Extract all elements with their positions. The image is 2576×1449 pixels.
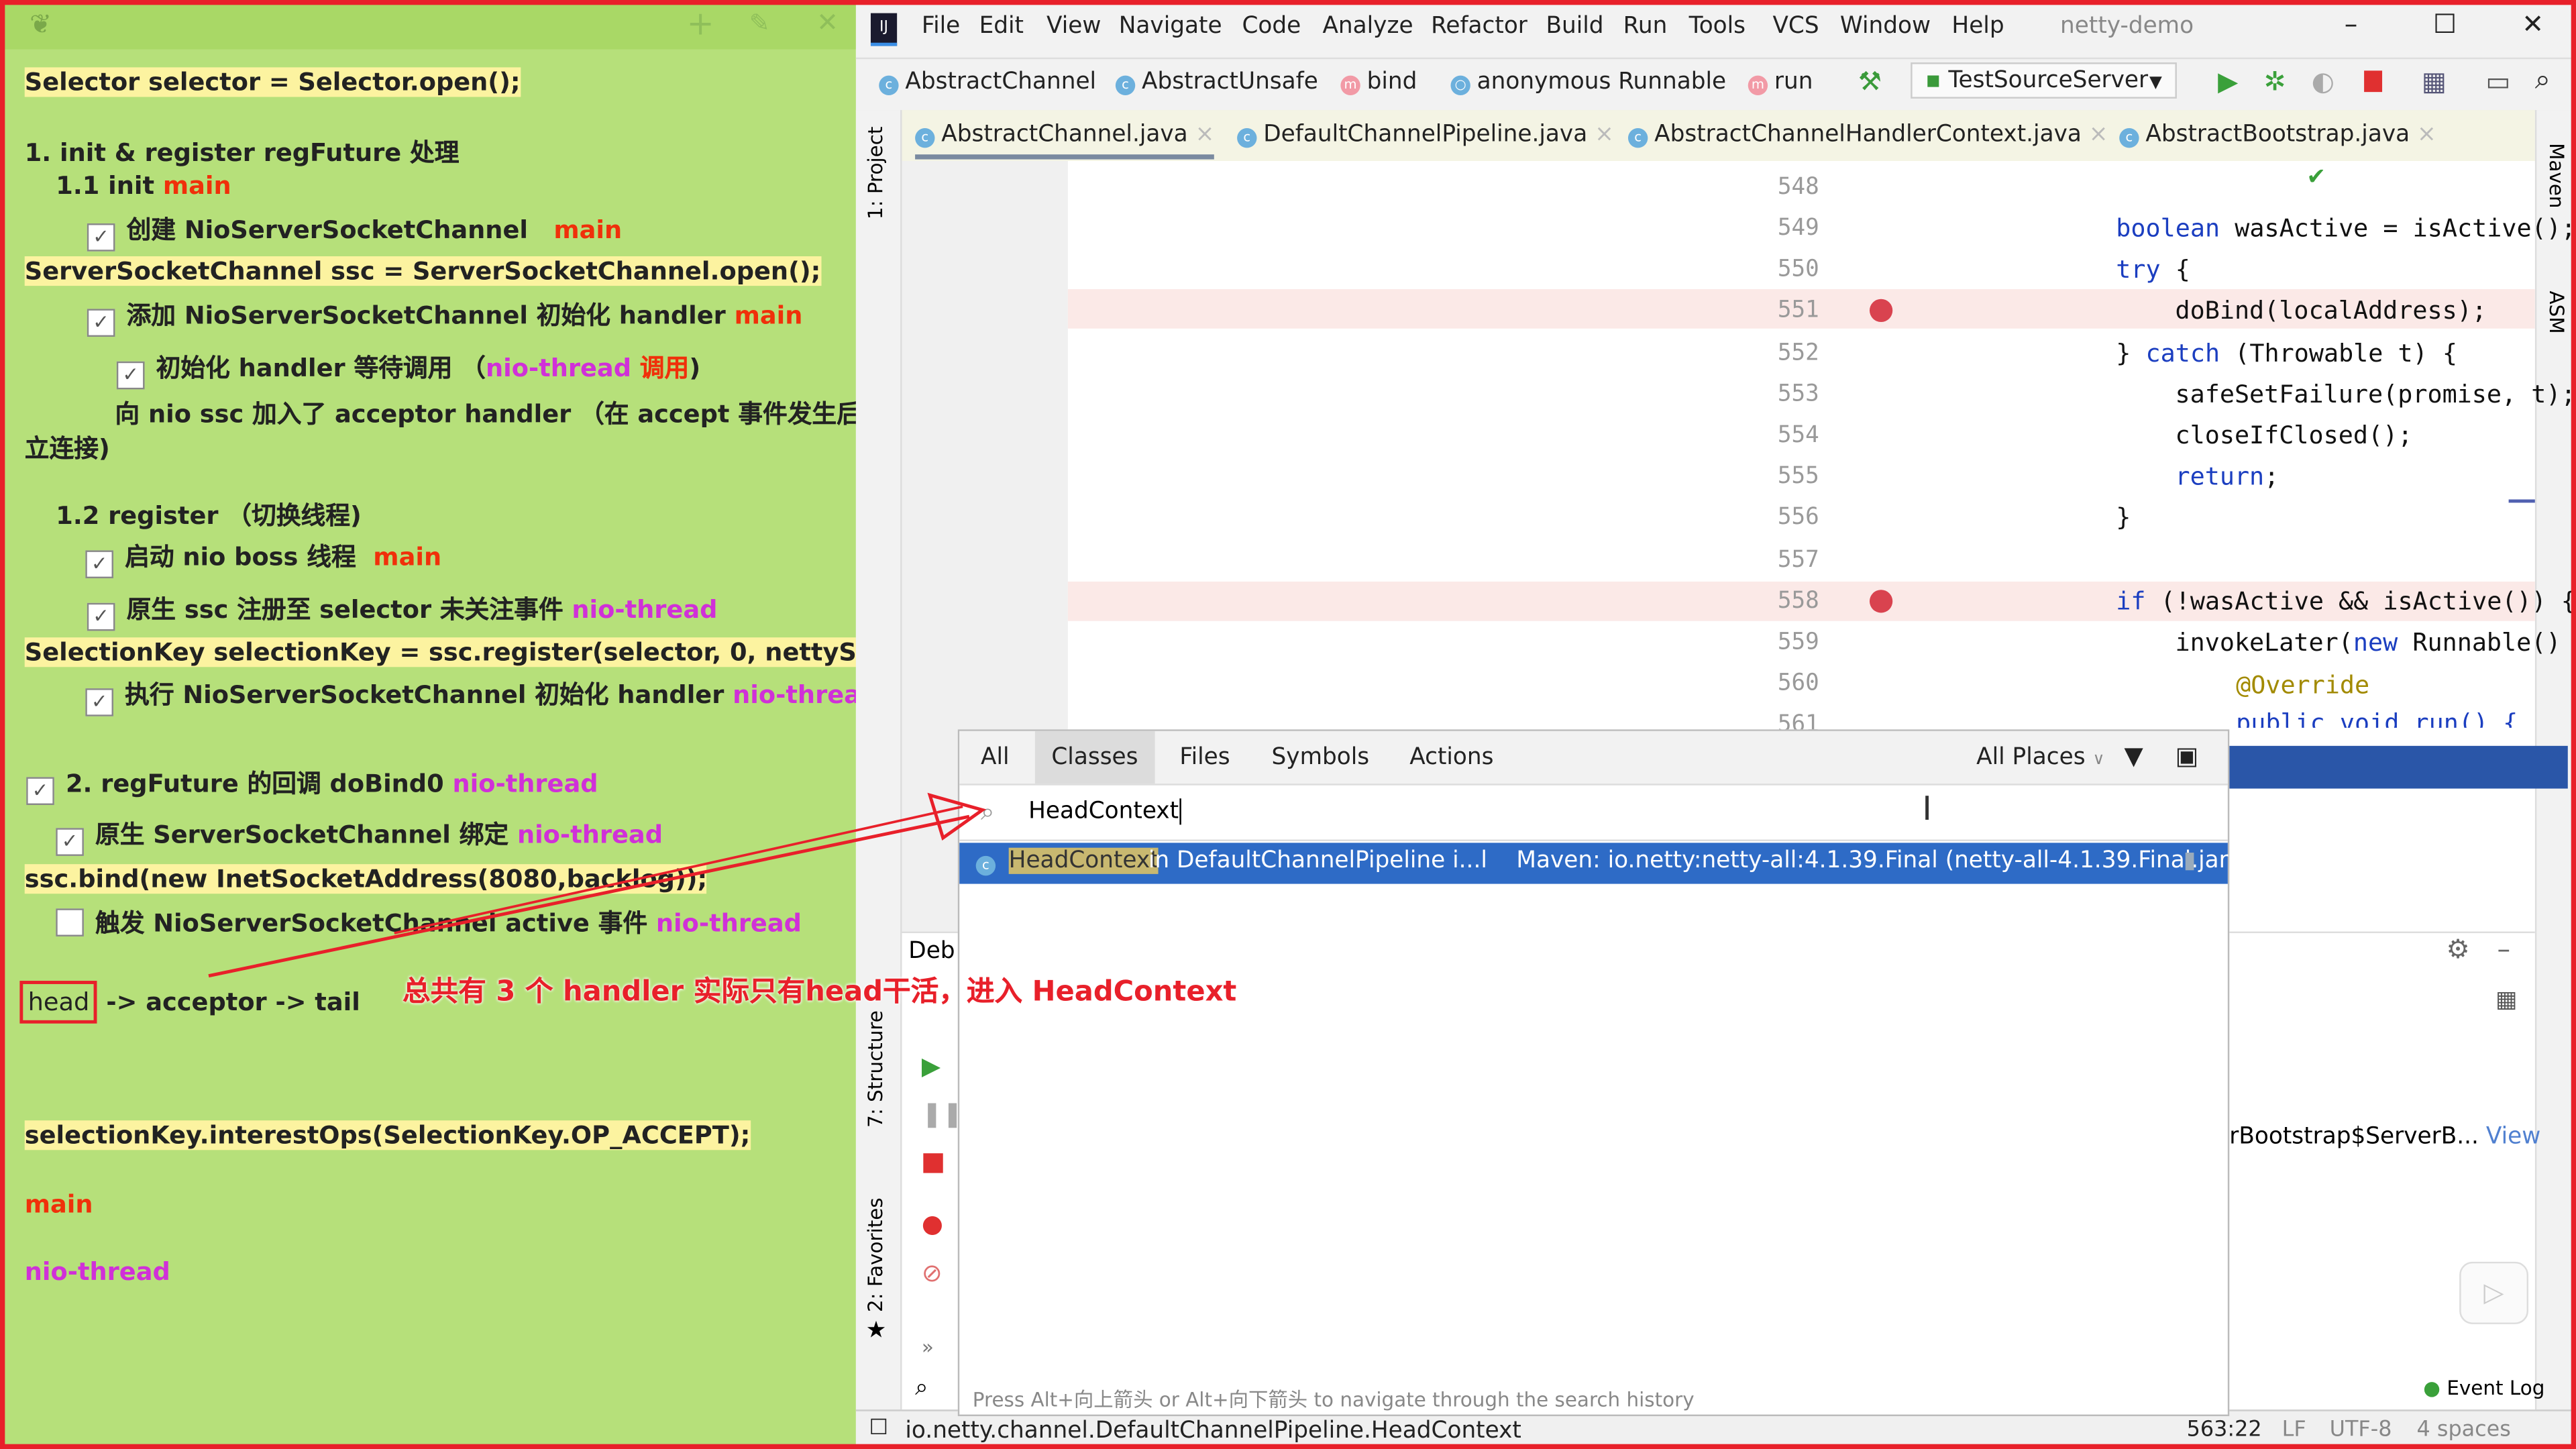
arrow-line xyxy=(208,814,970,978)
arrow-head xyxy=(927,792,987,841)
annotation-arrow xyxy=(208,792,987,978)
arrow-line xyxy=(394,805,963,934)
annotation-text: 总共有 3 个 handler 实际只有head干活，进入 HeadContex… xyxy=(402,975,1237,1009)
